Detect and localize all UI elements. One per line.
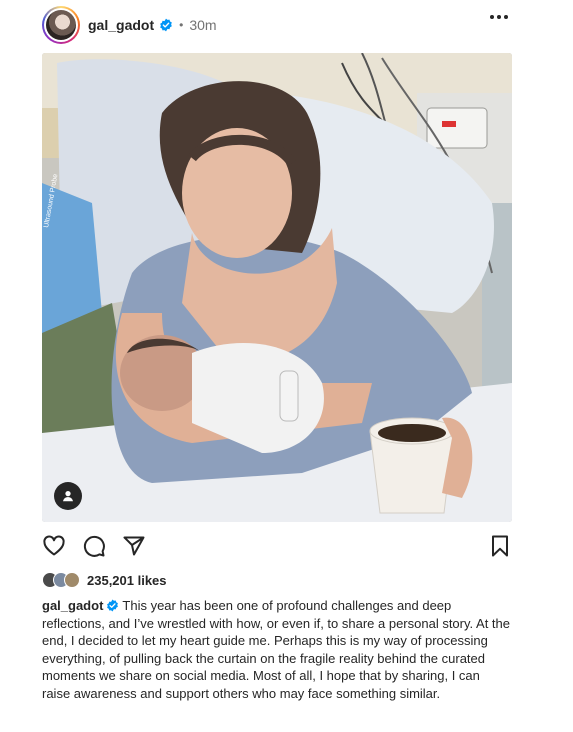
post-header: gal_gadot • 30m <box>42 5 512 45</box>
post-caption: gal_gadot This year has been one of prof… <box>42 597 510 702</box>
post-time[interactable]: 30m <box>189 17 216 33</box>
hospital-photo: Ultrasound Probe <box>42 53 512 522</box>
send-icon[interactable] <box>122 534 146 558</box>
verified-badge-icon <box>160 18 172 32</box>
post-actions <box>42 534 512 560</box>
more-options-icon[interactable] <box>490 15 508 19</box>
separator-dot: • <box>179 18 184 32</box>
likes-count[interactable]: 235,201 likes <box>87 573 167 588</box>
likes-row[interactable]: 235,201 likes <box>42 571 167 589</box>
user-tag-icon[interactable] <box>54 482 82 510</box>
avatar-image <box>46 10 76 40</box>
bookmark-icon[interactable] <box>488 534 512 558</box>
comment-icon[interactable] <box>82 534 106 558</box>
liker-avatar <box>64 572 80 588</box>
profile-avatar[interactable] <box>42 6 80 44</box>
caption-username[interactable]: gal_gadot <box>42 598 103 613</box>
heart-icon[interactable] <box>42 534 66 558</box>
caption-text: This year has been one of profound chall… <box>42 598 510 701</box>
verified-badge-icon <box>107 599 119 612</box>
post-image[interactable]: Ultrasound Probe <box>42 53 512 522</box>
post-username[interactable]: gal_gadot <box>88 17 154 33</box>
